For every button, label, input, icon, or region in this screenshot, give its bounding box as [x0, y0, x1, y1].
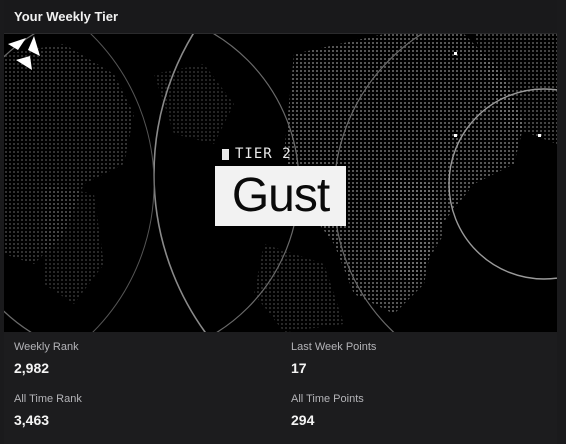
stat-label: All Time Points [291, 393, 364, 405]
stats-panel: Weekly Rank 2,982 Last Week Points 17 Al… [4, 332, 557, 444]
stat-all-time-points: All Time Points 294 [291, 393, 364, 428]
tier-name-box: Gust [215, 166, 346, 226]
tier-label-text: TIER 2 [235, 146, 292, 162]
spinner-logo-icon [8, 36, 40, 70]
card-header: Your Weekly Tier [4, 0, 557, 34]
square-icon [222, 148, 229, 160]
stat-last-week-points: Last Week Points 17 [291, 341, 376, 376]
stat-value: 294 [291, 412, 315, 428]
stat-value: 2,982 [14, 360, 50, 376]
stat-value: 3,463 [14, 412, 50, 428]
tier-banner: TIER 2 Gust [4, 34, 557, 332]
stat-all-time-rank: All Time Rank 3,463 [14, 393, 82, 428]
stat-weekly-rank: Weekly Rank 2,982 [14, 341, 79, 376]
stat-label: All Time Rank [14, 393, 82, 405]
stat-label: Weekly Rank [14, 341, 79, 353]
stat-label: Last Week Points [291, 341, 377, 353]
stat-value: 17 [291, 360, 307, 376]
weekly-tier-card: Your Weekly Tier TIER 2 Gust Weekly Rank… [4, 0, 557, 444]
card-title: Your Weekly Tier [14, 9, 119, 24]
tier-name: Gust [231, 169, 330, 222]
tier-label: TIER 2 [222, 146, 292, 162]
